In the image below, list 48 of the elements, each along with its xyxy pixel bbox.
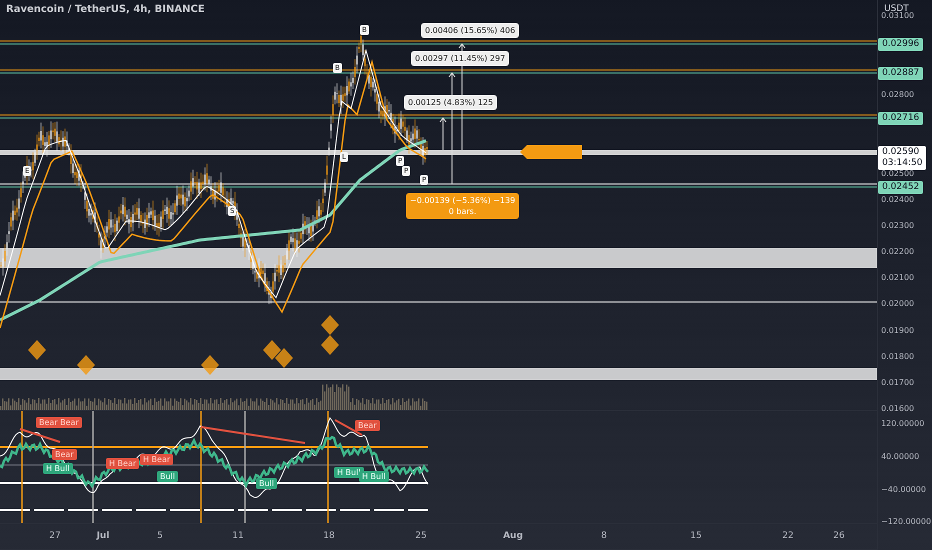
price-tick: 0.02800	[881, 90, 914, 99]
time-label: 11	[232, 531, 244, 542]
price-tick: 0.02100	[881, 273, 914, 282]
divergence-label: Bear	[52, 448, 77, 460]
oscillator-tick: 120.00000	[881, 419, 924, 428]
chart-title: Ravencoin / TetherUS, 4h, BINANCE	[6, 4, 205, 15]
measure-label: 0.00125 (4.83%) 125	[404, 95, 498, 110]
divergence-label: Bull	[157, 470, 178, 482]
measure-label: 0.00297 (11.45%) 297	[411, 51, 510, 66]
time-label: 22	[782, 531, 794, 542]
divergence-label: Bear Bear	[36, 416, 82, 428]
divergence-label: Bull	[256, 478, 278, 489]
price-tag: 0.02590 03:14:50	[878, 146, 926, 170]
time-label: 8	[601, 531, 607, 542]
divergence-label: H Bear	[106, 458, 140, 469]
divergence-label: H Bull	[43, 462, 73, 474]
time-label: Jul	[96, 531, 110, 542]
price-tick: 0.01800	[881, 352, 914, 361]
time-label: 15	[690, 531, 702, 542]
time-label: 25	[415, 531, 427, 542]
time-label: 5	[157, 531, 163, 542]
price-tick: 0.01600	[881, 404, 914, 413]
measure-label: −0.00139 (−5.36%) −139 0 bars.	[406, 193, 520, 219]
price-tick: 0.02300	[881, 221, 914, 230]
price-tag: 0.02887	[878, 67, 924, 80]
oscillator-tick: −40.00000	[881, 485, 926, 494]
divergence-label: Bear	[355, 420, 380, 431]
time-label: 27	[49, 531, 61, 542]
oscillator-tick: 40.00000	[881, 452, 920, 461]
divergence-label: H Bear	[140, 454, 174, 465]
price-tick: 0.02500	[881, 169, 914, 178]
price-tick: 0.03100	[881, 11, 914, 20]
price-tag: 0.02716	[878, 112, 924, 125]
price-tick: 0.01900	[881, 326, 914, 335]
label-tag-icon	[520, 145, 582, 159]
time-label: Aug	[503, 531, 523, 542]
time-label: 26	[833, 531, 845, 542]
price-tag: 0.02996	[878, 38, 924, 51]
oscillator-tick: −120.00000	[881, 517, 932, 526]
price-tick: 0.01700	[881, 378, 914, 387]
divergence-label: H Bull	[359, 470, 389, 482]
price-tick: 0.02000	[881, 299, 914, 308]
price-tick: 0.02400	[881, 195, 914, 204]
price-tag: 0.02452	[878, 181, 924, 194]
measure-label: 0.00406 (15.65%) 406	[421, 23, 520, 38]
time-label: 18	[323, 531, 335, 542]
measure-arrow	[440, 117, 446, 150]
price-tick: 0.02200	[881, 247, 914, 256]
